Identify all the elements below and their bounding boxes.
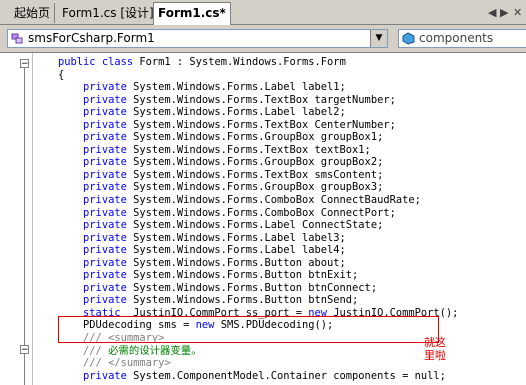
tab-label: Form1.cs*: [158, 6, 226, 20]
code-line[interactable]: private System.ComponentModel.Container …: [33, 370, 526, 383]
code-line[interactable]: private System.Windows.Forms.TextBox tex…: [33, 144, 526, 157]
class-icon: [11, 33, 23, 44]
code-line[interactable]: private System.Windows.Forms.ComboBox Co…: [33, 194, 526, 207]
code-line[interactable]: private System.Windows.Forms.GroupBox gr…: [33, 181, 526, 194]
code-line[interactable]: private System.Windows.Forms.Label label…: [33, 81, 526, 94]
code-line[interactable]: private System.Windows.Forms.Button btnC…: [33, 282, 526, 295]
tab-form1-design[interactable]: Form1.cs [设计]*: [58, 3, 165, 23]
code-line[interactable]: public class Form1 : System.Windows.Form…: [33, 56, 526, 69]
fold-guide: [24, 354, 25, 385]
collapse-icon[interactable]: −: [20, 59, 29, 69]
code-line[interactable]: private System.Windows.Forms.Label Conne…: [33, 219, 526, 232]
tab-form1-cs[interactable]: Form1.cs*: [153, 2, 231, 25]
code-line[interactable]: private System.Windows.Forms.Button btnE…: [33, 269, 526, 282]
code-line[interactable]: /// </summary>: [33, 357, 526, 370]
fold-guide: [24, 68, 25, 345]
annotation-note: 就这里啦: [424, 336, 446, 362]
code-line[interactable]: private System.Windows.Forms.TextBox sms…: [33, 169, 526, 182]
class-dropdown-value: smsForCsharp.Form1: [28, 31, 155, 45]
navigation-bar: smsForCsharp.Form1 ▼ components: [0, 25, 526, 52]
close-icon[interactable]: ✕: [513, 6, 522, 19]
scroll-left-icon[interactable]: ◀: [488, 6, 496, 19]
tab-start-page[interactable]: 起始页: [10, 3, 56, 23]
highlight-box: [58, 316, 439, 343]
collapse-icon[interactable]: −: [20, 345, 29, 355]
tab-label: 起始页: [14, 6, 51, 20]
chevron-down-icon[interactable]: ▼: [370, 30, 387, 47]
code-line[interactable]: private System.Windows.Forms.TextBox tar…: [33, 94, 526, 107]
class-dropdown[interactable]: smsForCsharp.Form1 ▼: [7, 29, 388, 48]
code-line[interactable]: private System.Windows.Forms.GroupBox gr…: [33, 156, 526, 169]
field-icon: [402, 32, 415, 45]
editor-gutter: − −: [0, 53, 33, 385]
code-line[interactable]: private System.Windows.Forms.TextBox Cen…: [33, 119, 526, 132]
document-tab-bar: 起始页 Form1.cs [设计]* Form1.cs* ◀ ▶ ✕: [0, 0, 526, 25]
code-line[interactable]: /// 必需的设计器变量。: [33, 345, 526, 358]
code-line[interactable]: private System.Windows.Forms.Label label…: [33, 244, 526, 257]
code-line[interactable]: private System.Windows.Forms.Button btnS…: [33, 294, 526, 307]
code-line[interactable]: private System.Windows.Forms.Label label…: [33, 106, 526, 119]
code-line[interactable]: private System.Windows.Forms.Label label…: [33, 232, 526, 245]
code-line[interactable]: private System.Windows.Forms.ComboBox Co…: [33, 207, 526, 220]
scroll-right-icon[interactable]: ▶: [500, 6, 508, 19]
code-line[interactable]: private System.Windows.Forms.GroupBox gr…: [33, 131, 526, 144]
member-dropdown[interactable]: components: [398, 29, 526, 48]
tab-label: Form1.cs [设计]*: [62, 6, 160, 20]
code-line[interactable]: private System.Windows.Forms.Button abou…: [33, 257, 526, 270]
member-dropdown-value: components: [419, 31, 494, 45]
code-line[interactable]: {: [33, 69, 526, 82]
